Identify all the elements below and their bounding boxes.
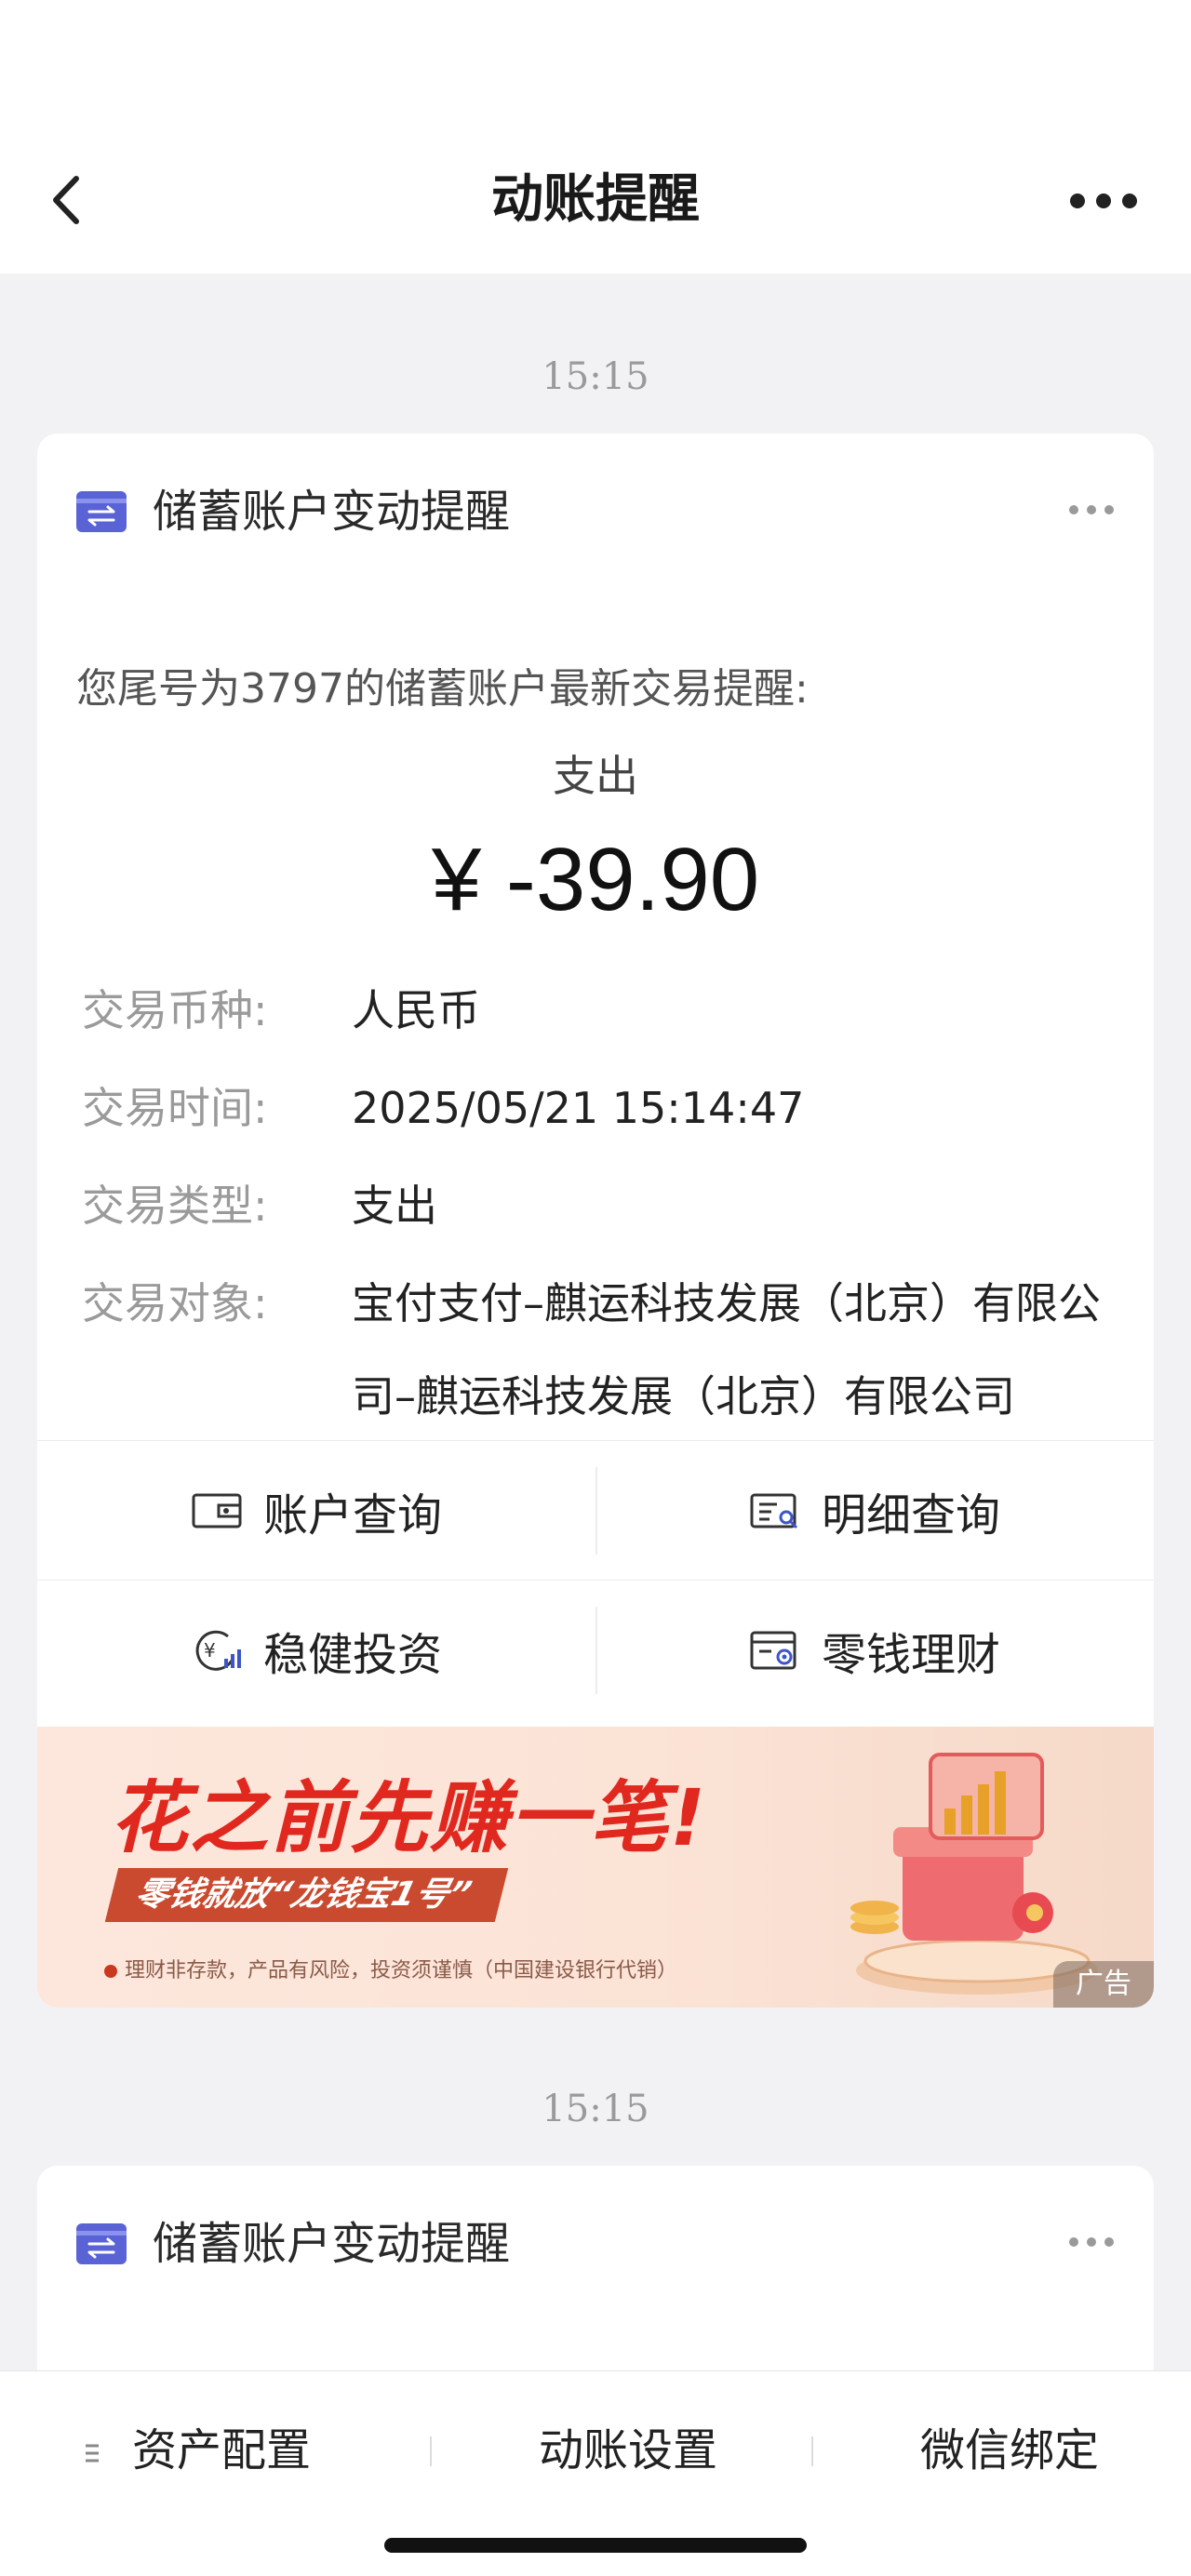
field-label: 交易类型:	[82, 1181, 268, 1231]
field-value: 支出	[352, 1181, 437, 1231]
card-title: 储蓄账户变动提醒	[153, 2218, 511, 2270]
transfer-card-icon	[76, 491, 127, 532]
transfer-card-icon	[76, 2223, 127, 2264]
home-indicator	[384, 2538, 807, 2553]
tab-label: 微信绑定	[919, 2424, 1099, 2476]
message-timestamp: 15:15	[542, 355, 649, 398]
card-header: 储蓄账户变动提醒	[37, 434, 1154, 582]
transaction-kind: 支出	[553, 751, 638, 801]
ellipsis-icon[interactable]	[1068, 182, 1139, 220]
wallet-icon	[192, 1493, 242, 1528]
banner-subtitle: 零钱就放“龙钱宝1号”	[104, 1868, 509, 1922]
ad-label: 广告	[1053, 1961, 1154, 2008]
action-label: 稳健投资	[262, 1629, 442, 1681]
navigation-bar: 动账提醒	[0, 0, 1191, 274]
banner-disclaimer: 理财非存款，产品有风险，投资须谨慎（中国建设银行代销）	[104, 1954, 677, 1983]
page-title: 动账提醒	[491, 169, 700, 230]
message-timestamp: 15:15	[542, 2088, 649, 2130]
field-value: 人民币	[352, 985, 480, 1035]
stable-invest-button[interactable]: ¥ 稳健投资	[37, 1581, 596, 1720]
banner-headline: 花之前先赚一笔!	[110, 1772, 708, 1863]
transaction-intro: 您尾号为3797的储蓄账户最新交易提醒:	[76, 665, 809, 713]
card-more-icon[interactable]	[1068, 499, 1115, 521]
detail-search-icon	[750, 1493, 798, 1529]
yuan-growth-icon: ¥	[195, 1630, 241, 1671]
action-row: 账户查询 明细查询	[37, 1440, 1154, 1580]
field-value: 2025/05/21 15:14:47	[352, 1083, 805, 1133]
svg-text:¥: ¥	[204, 1639, 216, 1662]
account-query-button[interactable]: 账户查询	[37, 1441, 596, 1581]
tab-asset-allocation[interactable]: 资产配置	[0, 2418, 396, 2483]
tab-label: 动账设置	[538, 2424, 717, 2476]
quick-actions: 账户查询 明细查询 ¥ 稳健投资 零钱理财	[37, 1440, 1154, 1719]
transaction-amount: ¥ -39.90	[431, 830, 760, 929]
action-label: 账户查询	[262, 1489, 442, 1542]
spare-finance-button[interactable]: 零钱理财	[596, 1581, 1154, 1720]
transaction-card: 储蓄账户变动提醒 您尾号为3797的储蓄账户最新交易提醒: 支出 ¥ -39.9…	[37, 434, 1154, 2008]
card-title: 储蓄账户变动提醒	[153, 486, 511, 538]
field-value: 宝付支付–麒运科技发展（北京）有限公司–麒运科技发展（北京）有限公司	[352, 1278, 1101, 1421]
action-label: 零钱理财	[821, 1629, 1000, 1681]
field-label: 交易对象:	[82, 1278, 268, 1328]
field-label: 交易币种:	[82, 985, 268, 1035]
card-more-icon[interactable]	[1068, 2231, 1115, 2253]
tab-notification-settings[interactable]: 动账设置	[430, 2418, 826, 2483]
transaction-card: 储蓄账户变动提醒	[37, 2166, 1154, 2389]
menu-icon	[85, 2444, 99, 2463]
card-header: 储蓄账户变动提醒	[37, 2166, 1154, 2315]
finance-card-icon	[750, 1631, 796, 1670]
tab-label: 资产配置	[131, 2424, 311, 2476]
tab-wechat-binding[interactable]: 微信绑定	[811, 2418, 1191, 2483]
action-row: ¥ 稳健投资 零钱理财	[37, 1580, 1154, 1719]
ad-banner[interactable]: 花之前先赚一笔! 零钱就放“龙钱宝1号” 理财非存款，产品有风险，投资须谨慎（中…	[37, 1727, 1154, 2008]
field-label: 交易时间:	[82, 1083, 268, 1133]
detail-query-button[interactable]: 明细查询	[596, 1441, 1154, 1581]
action-label: 明细查询	[821, 1489, 1000, 1542]
